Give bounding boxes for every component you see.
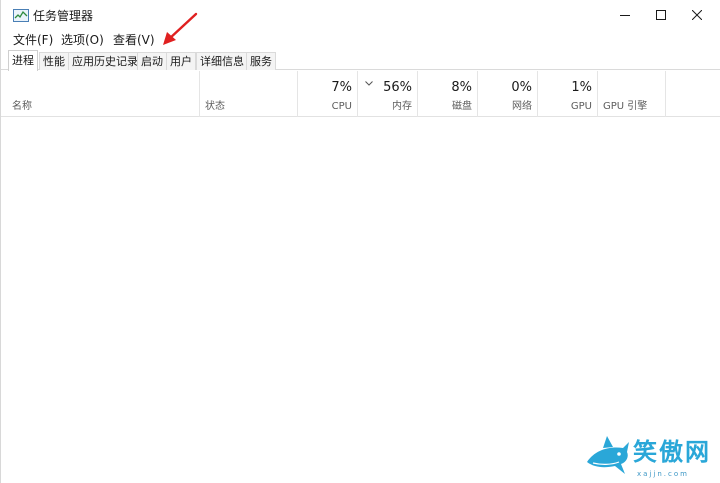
watermark-logo: 笑傲网 xajjn.com	[581, 432, 720, 483]
close-button[interactable]	[679, 0, 715, 30]
maximize-icon	[656, 10, 666, 20]
column-header-cpu[interactable]: 7% CPU	[298, 71, 358, 117]
tab-services[interactable]: 服务	[246, 52, 276, 70]
menu-options[interactable]: 选项(O)	[61, 31, 104, 48]
network-percent: 0%	[511, 80, 532, 95]
column-header-gpu[interactable]: 1% GPU	[538, 71, 598, 117]
watermark-text: 笑傲网	[633, 438, 711, 466]
tab-startup[interactable]: 启动	[137, 52, 167, 70]
column-cpu-label: CPU	[331, 101, 352, 112]
column-header-gpu-engine[interactable]: GPU 引擎	[598, 71, 666, 117]
window-title: 任务管理器	[33, 9, 94, 23]
gpu-percent: 1%	[571, 80, 592, 95]
disk-percent: 8%	[451, 80, 472, 95]
column-disk-label: 磁盘	[452, 101, 472, 112]
menu-view[interactable]: 查看(V)	[113, 31, 155, 48]
tab-bar: 进程 性能 应用历史记录 启动 用户 详细信息 服务	[1, 50, 720, 71]
process-list-header: 名称 状态 7% CPU 56% 内存 8% 磁盘 0% 网络 1% GPU G…	[1, 71, 720, 117]
column-header-status[interactable]: 状态	[200, 71, 298, 117]
tab-users[interactable]: 用户	[166, 52, 196, 70]
minimize-button[interactable]	[607, 0, 643, 30]
tab-app-history[interactable]: 应用历史记录	[68, 52, 142, 70]
maximize-button[interactable]	[643, 0, 679, 30]
column-header-disk[interactable]: 8% 磁盘	[418, 71, 478, 117]
task-manager-window: 任务管理器 文件(F) 选项(O) 查看(V) 进程 性能 应用历史记录 启动 …	[0, 0, 720, 483]
column-status-label: 状态	[205, 101, 225, 112]
column-gpu-engine-label: GPU 引擎	[603, 101, 648, 112]
column-gpu-label: GPU	[570, 101, 592, 112]
minimize-icon	[620, 15, 630, 16]
column-header-name[interactable]: 名称	[1, 71, 200, 117]
tab-details[interactable]: 详细信息	[196, 52, 248, 70]
memory-percent: 56%	[383, 80, 412, 95]
watermark-subtext: xajjn.com	[637, 470, 689, 478]
sort-descending-icon	[365, 81, 373, 86]
column-network-label: 网络	[512, 101, 532, 112]
tab-processes[interactable]: 进程	[8, 50, 38, 71]
task-manager-icon	[13, 9, 29, 22]
tab-performance[interactable]: 性能	[39, 52, 69, 70]
process-list[interactable]	[1, 118, 720, 483]
title-bar[interactable]: 任务管理器	[1, 0, 720, 30]
column-header-network[interactable]: 0% 网络	[478, 71, 538, 117]
column-memory-label: 内存	[392, 101, 412, 112]
menu-bar: 文件(F) 选项(O) 查看(V)	[1, 30, 720, 48]
column-header-memory[interactable]: 56% 内存	[358, 71, 418, 117]
column-name-label: 名称	[12, 101, 32, 112]
cpu-percent: 7%	[331, 80, 352, 95]
shark-logo-icon	[587, 436, 629, 474]
menu-file[interactable]: 文件(F)	[13, 31, 53, 48]
close-icon	[692, 10, 702, 20]
annotation-arrow-icon	[163, 12, 198, 45]
